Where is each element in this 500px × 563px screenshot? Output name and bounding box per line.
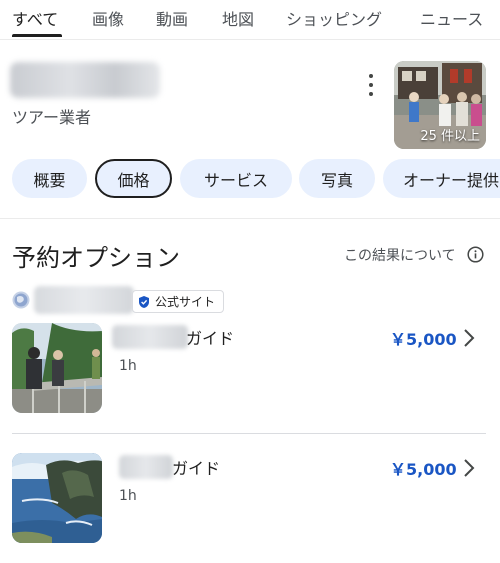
tab-maps[interactable]: 地図 xyxy=(222,6,254,30)
booking-options-title: 予約オプション xyxy=(12,244,180,272)
offer-name: ガイド xyxy=(172,459,221,478)
offer-photo xyxy=(12,453,102,543)
more-options-icon[interactable] xyxy=(362,74,380,96)
active-tab-indicator xyxy=(12,34,62,37)
info-icon[interactable] xyxy=(467,246,484,263)
business-name-redacted xyxy=(10,62,160,98)
tab-news[interactable]: ニュース xyxy=(420,6,483,30)
search-tabs: すべて 画像 動画 地図 ショッピング ニュース xyxy=(0,0,500,40)
verified-shield-icon xyxy=(139,295,149,308)
business-category: ツアー業者 xyxy=(12,108,92,127)
booking-offer[interactable]: ガイド 1h ￥5,000 xyxy=(0,323,500,419)
section-divider xyxy=(0,218,500,219)
official-site-badge: 公式サイト xyxy=(132,290,225,313)
chip-services[interactable]: サービス xyxy=(180,159,292,198)
tab-all[interactable]: すべて xyxy=(12,6,58,30)
chip-photos[interactable]: 写真 xyxy=(299,159,375,198)
tab-videos[interactable]: 動画 xyxy=(156,6,188,30)
tab-images[interactable]: 画像 xyxy=(92,6,124,30)
offer-name-redacted xyxy=(112,325,188,349)
booking-offer[interactable]: ガイド 1h ￥5,000 xyxy=(0,453,500,549)
provider-name-redacted xyxy=(34,286,134,314)
chevron-right-icon[interactable] xyxy=(463,328,475,348)
chip-price[interactable]: 価格 xyxy=(95,159,172,198)
about-this-result-link[interactable]: この結果について xyxy=(344,245,456,265)
coastline-photo xyxy=(12,453,102,543)
offer-duration: 1h xyxy=(119,358,137,374)
official-site-label: 公式サイト xyxy=(155,295,216,309)
business-photos-thumbnail[interactable]: 25 件以上 xyxy=(394,61,486,149)
offer-price: ￥5,000 xyxy=(390,330,457,349)
chevron-right-icon[interactable] xyxy=(463,458,475,478)
tab-shopping[interactable]: ショッピング xyxy=(286,6,382,30)
chip-owner-provided[interactable]: オーナー提供 xyxy=(383,159,500,198)
chip-overview[interactable]: 概要 xyxy=(12,159,87,198)
photo-count-label: 25 件以上 xyxy=(420,129,480,144)
offer-divider xyxy=(12,433,486,434)
globe-icon xyxy=(12,291,30,309)
offer-price: ￥5,000 xyxy=(390,460,457,479)
offer-duration: 1h xyxy=(119,488,137,504)
offer-name: ガイド xyxy=(186,329,235,348)
offer-name-redacted xyxy=(119,455,173,479)
booking-provider[interactable]: 公式サイト xyxy=(12,286,312,314)
business-chips: 概要 価格 サービス 写真 オーナー提供 xyxy=(0,159,500,199)
offer-photo xyxy=(12,323,102,413)
tour-group-photo xyxy=(12,323,102,413)
